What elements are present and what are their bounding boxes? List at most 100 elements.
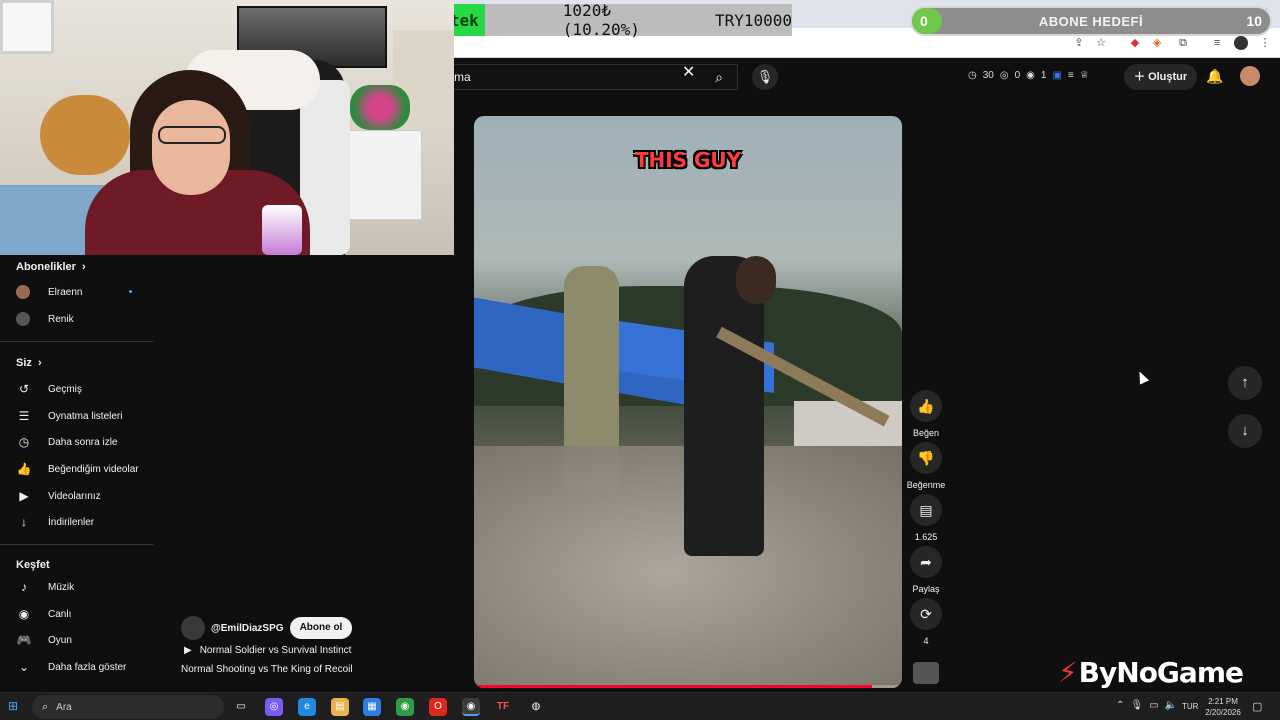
sidebar-item-watch-later[interactable]: ◷ Daha sonra izle: [16, 430, 156, 454]
sidebar-item-label: Oynatma listeleri: [48, 410, 123, 422]
history-icon: ↺: [18, 382, 30, 396]
eye-icon: ◉: [1026, 70, 1035, 81]
webcam-streamer-face: [152, 100, 230, 195]
subscribe-button[interactable]: Abone ol: [289, 617, 353, 639]
video-shooter-head: [736, 256, 776, 304]
you-title[interactable]: Siz ›: [16, 357, 42, 369]
windows-start-icon[interactable]: ⊞: [8, 699, 22, 713]
webcam-overlay: [0, 0, 454, 255]
notifications-bell-icon[interactable]: 🔔: [1206, 68, 1223, 85]
previous-short-button[interactable]: ↑: [1228, 366, 1262, 400]
extensions-puzzle-icon[interactable]: ⧉: [1176, 36, 1190, 50]
like-button[interactable]: 👍 Beğen: [910, 390, 942, 438]
sidebar-item-elraenn[interactable]: Elraenn: [16, 280, 156, 304]
search-input[interactable]: [454, 70, 674, 84]
channel-info: @EmilDiazSPG Abone ol: [181, 616, 353, 640]
bynogame-logo-icon: ⚡: [1058, 656, 1078, 689]
network-icon[interactable]: ▭: [1149, 700, 1158, 711]
notification-icon[interactable]: ▢: [1252, 700, 1262, 713]
clear-search-icon[interactable]: ✕: [682, 62, 695, 82]
webcam-flowers: [350, 85, 410, 130]
channel-avatar[interactable]: [181, 616, 205, 640]
microsoft-store-icon[interactable]: ▦: [363, 698, 381, 716]
you-title-label: Siz: [16, 357, 32, 369]
sidebar-item-playlists[interactable]: ☰ Oynatma listeleri: [16, 404, 156, 428]
channel-name[interactable]: @EmilDiazSPG: [211, 623, 284, 634]
subscriber-goal-title: ABONE HEDEFİ: [1038, 14, 1144, 29]
sound-channel-thumbnail[interactable]: [913, 662, 939, 684]
sidebar-item-label: Elraenn: [48, 286, 83, 298]
video-progress-bar[interactable]: [474, 685, 902, 688]
task-view-icon[interactable]: ▭: [232, 698, 250, 716]
create-label: Oluştur: [1148, 71, 1188, 83]
install-app-icon[interactable]: ⇪: [1072, 36, 1086, 50]
system-tray: ⌃ 🎙 ▭ 🔈: [1116, 700, 1177, 711]
clock-date: 2/20/2026: [1205, 708, 1241, 717]
microphone-icon[interactable]: 🎙: [752, 64, 778, 90]
edge-browser-icon[interactable]: e: [298, 698, 316, 716]
video-caption: THIS GUY: [634, 148, 742, 172]
playlist-link[interactable]: ▶ Normal Soldier vs Survival Instinct: [181, 645, 351, 656]
reading-list-icon[interactable]: ≡: [1210, 36, 1224, 50]
sidebar-item-liked-videos[interactable]: 👍 Beğendiğim videolar: [16, 457, 156, 481]
channel-avatar: [16, 285, 30, 299]
create-button[interactable]: ＋ Oluştur: [1124, 64, 1198, 90]
webcam-cup: [262, 205, 302, 255]
live-icon: ◉: [18, 607, 30, 621]
youtube-header: ✕ ⌕ 🎙 ◷ 30 ◎ 0 ◉ 1 ▣ ≡ ♕ ＋ Oluştur 🔔: [454, 58, 1280, 96]
copilot-icon[interactable]: ◎: [265, 698, 283, 716]
sidebar-item-renik[interactable]: Renik: [16, 307, 156, 331]
opera-gx-icon[interactable]: O: [429, 698, 447, 716]
explore-title: Keşfet: [16, 559, 50, 571]
tf-app-icon[interactable]: TF: [494, 698, 512, 716]
language-indicator[interactable]: TUR: [1182, 702, 1198, 711]
list-icon[interactable]: ≡: [1068, 70, 1074, 81]
remix-button[interactable]: ⟳ 4: [910, 598, 942, 646]
extension-icon[interactable]: ◆: [1128, 36, 1142, 50]
sidebar-item-your-videos[interactable]: ▶ Videolarınız: [16, 484, 156, 508]
sidebar-item-label: Geçmiş: [48, 383, 82, 395]
sidebar-item-music[interactable]: ♪ Müzik: [16, 575, 156, 599]
stat-secondary: 0: [1014, 70, 1021, 81]
sidebar-item-gaming[interactable]: 🎮 Oyun: [16, 628, 156, 652]
taskbar-search[interactable]: ⌕ Ara: [32, 695, 224, 719]
bookmark-star-icon[interactable]: ☆: [1094, 36, 1108, 50]
file-explorer-icon[interactable]: ▤: [331, 698, 349, 716]
sidebar-item-downloads[interactable]: ↓ İndirilenler: [16, 510, 156, 534]
account-avatar[interactable]: [1240, 66, 1260, 86]
sidebar-item-show-more[interactable]: ⌄ Daha fazla göster: [16, 655, 156, 679]
subscriber-goal-end: 10: [1246, 13, 1262, 29]
browser-menu-icon[interactable]: ⋮: [1258, 36, 1272, 50]
chevron-right-icon: ›: [34, 357, 42, 369]
search-icon[interactable]: ⌕: [706, 65, 732, 91]
clock[interactable]: 2:21 PM 2/20/2026: [1204, 696, 1242, 718]
trophy-icon[interactable]: ♕: [1080, 70, 1089, 81]
dislike-button[interactable]: 👎 Beğenme: [907, 442, 945, 490]
sidebar-item-live[interactable]: ◉ Canlı: [16, 602, 156, 626]
channel-avatar: [16, 312, 30, 326]
donation-target: TRY10000: [714, 10, 792, 30]
arrow-down-icon: ↓: [1241, 422, 1249, 439]
profile-icon[interactable]: [1234, 36, 1248, 50]
clock-time: 2:21 PM: [1208, 697, 1238, 706]
chrome-icon[interactable]: ◉: [396, 698, 414, 716]
sidebar-item-history[interactable]: ↺ Geçmiş: [16, 377, 156, 401]
comments-button[interactable]: ▤ 1.625: [910, 494, 942, 542]
subscriptions-title[interactable]: Abonelikler ›: [16, 261, 86, 273]
subscriptions-title-label: Abonelikler: [16, 261, 76, 273]
chevron-up-icon[interactable]: ⌃: [1116, 700, 1124, 711]
translate-icon[interactable]: ▣: [1052, 70, 1061, 81]
extension-fox-icon[interactable]: ◈: [1150, 36, 1164, 50]
volume-icon[interactable]: 🔈: [1165, 700, 1177, 711]
share-button[interactable]: ➦ Paylaş: [910, 546, 942, 594]
search-icon: ⌕: [42, 700, 49, 713]
shorts-video-player[interactable]: THIS GUY: [474, 116, 902, 688]
video-description: Normal Shooting vs The King of Recoil: [181, 664, 353, 675]
microphone-icon[interactable]: 🎙: [1130, 700, 1143, 711]
clock-icon: ◷: [968, 70, 977, 81]
obs-icon[interactable]: ◍: [527, 698, 545, 716]
chrome-active-icon[interactable]: ◉: [462, 698, 480, 716]
sidebar-item-label: Oyun: [48, 634, 72, 646]
next-short-button[interactable]: ↓: [1228, 414, 1262, 448]
play-icon: ▶: [184, 645, 192, 656]
